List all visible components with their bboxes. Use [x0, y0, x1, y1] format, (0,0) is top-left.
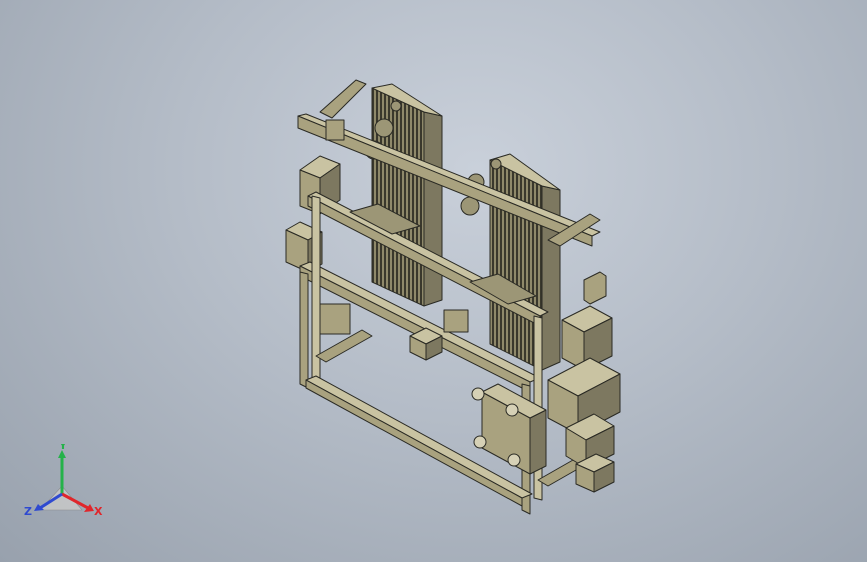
left-front-post[interactable]: [299, 271, 309, 389]
left-plate: [319, 303, 351, 335]
right-radiator[interactable]: [489, 153, 561, 371]
left-rear-post[interactable]: [311, 195, 321, 393]
graphics-viewport[interactable]: Y X Z: [0, 0, 867, 562]
z-axis-label: Z: [24, 505, 32, 518]
left-small-box: [325, 119, 345, 141]
y-axis-label: Y: [58, 444, 68, 452]
cad-model-assembly[interactable]: [0, 0, 867, 562]
bottom-left-bracket: [315, 329, 373, 363]
left-radiator[interactable]: [371, 83, 443, 307]
reference-triad: Y X Z: [24, 444, 103, 518]
center-plate: [443, 309, 469, 333]
x-axis-label: X: [94, 505, 103, 518]
top-left-bracket: [319, 79, 367, 119]
right-small-box: [583, 271, 607, 305]
